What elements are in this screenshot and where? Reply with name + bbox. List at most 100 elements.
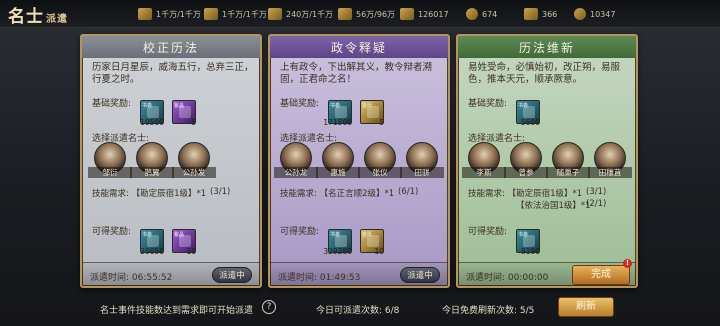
dispatch-time: 派遣时间: 00:00:00 [466, 273, 549, 283]
hero-name: 随巢子 [546, 167, 590, 178]
item-tag: 书卷 [330, 103, 341, 109]
dispatch-count: 今日可派遣次数: 6/8 [316, 306, 400, 316]
reward-qty: 5600 [520, 118, 540, 127]
refresh-button[interactable]: 刷新 [558, 297, 614, 317]
dispatching-status-button[interactable]: 派遣中 [400, 267, 440, 283]
dispatch-hint: 名士事件技能数达到需求即可开始派遣 [100, 306, 254, 316]
hero-avatar[interactable]: 曾参 [504, 142, 548, 178]
item-tag: 书卷 [518, 103, 529, 109]
hero-name: 邹衍 [88, 167, 132, 178]
hero-avatar[interactable]: 田骈 [400, 142, 444, 178]
dispatching-status-button[interactable]: 派遣中 [212, 267, 252, 283]
resource-jade: 10347 [574, 6, 615, 22]
page-title-text: 名士 [8, 7, 44, 27]
card-footer: 派遣时间: 00:00:00 完成 ! [458, 259, 636, 286]
resource-value: 674 [482, 9, 498, 19]
item-tag: 金币 [362, 232, 373, 238]
sword-icon [400, 8, 414, 20]
skill-req-progress: (3/1) [210, 187, 231, 197]
hero-name: 公孙发 [172, 167, 216, 178]
reward-qty: 329280 [323, 247, 352, 256]
hero-avatar[interactable]: 随巢子 [546, 142, 590, 178]
help-icon[interactable]: ? [262, 300, 276, 314]
hero-avatar[interactable]: 张仪 [358, 142, 402, 178]
base-reward-label: 基础奖励: [92, 99, 132, 109]
card-title: 校正历法 [82, 36, 260, 58]
iron-icon [268, 8, 282, 20]
resource-value: 1千万/1千万 [222, 9, 267, 19]
resource-value: 10347 [590, 9, 616, 19]
skill-requirement: 技能需求: 【名正言顺2级】*1 (6/1) [280, 187, 418, 199]
hero-avatar[interactable]: 鹊翼 [130, 142, 174, 178]
resource-value: 366 [542, 9, 558, 19]
hero-avatar[interactable]: 李斯 [462, 142, 506, 178]
skill-req-text: 【勘定辰宿1级】*1 [131, 189, 207, 199]
reward-qty: 10500 [140, 118, 164, 127]
hero-avatar[interactable]: 公孙龙 [274, 142, 318, 178]
card-title: 历法维新 [458, 36, 636, 58]
stone-icon [338, 8, 352, 20]
resource-value: 240万/1千万 [286, 9, 334, 19]
hero-name: 鹊翼 [130, 167, 174, 178]
skill-req-text: 【勘定辰宿1级】*1 [507, 189, 583, 199]
card-description: 上有政令，下出解其义，教令辩者溯固，正君命之名！ [280, 62, 433, 85]
skill-req-label: 技能需求: [92, 189, 129, 199]
hero-name: 惠施 [316, 167, 360, 178]
resource-value: 56万/96万 [356, 9, 396, 19]
mission-card-decree[interactable]: 政令释疑 上有政令，下出解其义，教令辩者溯固，正君命之名！ 基础奖励: 书卷 1… [268, 34, 450, 288]
card-footer: 派遣时间: 01:49:53 派遣中 [270, 262, 448, 286]
page-subtitle: 派遣 [46, 14, 68, 25]
grain-icon [138, 8, 152, 20]
card-description: 易姓受命，必慎始初，改正朔，易服色，推本天元，顺承厥意。 [468, 62, 621, 85]
ingot-icon [524, 8, 538, 20]
reward-qty: 5 [379, 118, 384, 127]
bottom-bar: 名士事件技能数达到需求即可开始派遣 ? 今日可派遣次数: 6/8 今日免费刷新次… [0, 294, 720, 326]
reward-qty: 10 [186, 247, 196, 256]
skill-req-progress: (3/1) [586, 187, 607, 197]
card-description: 历家日月星辰，威海五行，总弃三正，行夏之时。 [92, 62, 254, 85]
resource-iron: 240万/1千万 [268, 6, 333, 22]
hero-avatar[interactable]: 惠施 [316, 142, 360, 178]
resource-wood: 1千万/1千万 [204, 6, 267, 22]
skill-req-progress: (6/1) [398, 187, 419, 197]
skill-req-label: 技能需求: [468, 189, 505, 199]
mission-card-reform[interactable]: 历法维新 易姓受命，必慎始初，改正朔，易服色，推本天元，顺承厥意。 基础奖励: … [456, 34, 638, 288]
possible-reward-label: 可得奖励: [468, 227, 508, 237]
skill-req-progress: (2/1) [586, 199, 607, 209]
hero-name: 田骈 [400, 167, 444, 178]
complete-button[interactable]: 完成 [572, 265, 630, 285]
hero-name: 张仪 [358, 167, 402, 178]
resource-value: 1千万/1千万 [156, 9, 201, 19]
wood-icon [204, 8, 218, 20]
skill-requirement: 技能需求: 【勘定辰宿1级】*1 (3/1) [92, 187, 230, 199]
hero-avatar[interactable]: 田穰苴 [588, 142, 632, 178]
reward-qty: 20650 [140, 247, 164, 256]
page-title: 名士 派遣 [8, 2, 68, 27]
item-tag: 紫晶 [174, 103, 185, 109]
item-tag: 书卷 [330, 232, 341, 238]
copper-icon [466, 8, 478, 20]
skill-requirement: 技能需求: 【勘定辰宿1级】*1 (3/1) [468, 187, 606, 199]
resource-stone: 56万/96万 [338, 6, 395, 22]
reward-qty: 10 [374, 247, 384, 256]
hero-avatar[interactable]: 邹衍 [88, 142, 132, 178]
skill-requirement: 【依法治国1级】*1 (2/1) [516, 199, 606, 211]
jade-icon [574, 8, 586, 20]
card-title: 政令释疑 [270, 36, 448, 58]
item-tag: 书卷 [142, 232, 153, 238]
mission-card-calendar[interactable]: 校正历法 历家日月星辰，威海五行，总弃三正，行夏之时。 基础奖励: 书卷 105… [80, 34, 262, 288]
resource-ingot: 366 [524, 6, 557, 22]
hero-name: 李斯 [462, 167, 506, 178]
hero-name: 公孙龙 [274, 167, 318, 178]
refresh-count: 今日免费刷新次数: 5/5 [442, 306, 535, 316]
item-tag: 书卷 [518, 232, 529, 238]
skill-req-label: 技能需求: [280, 189, 317, 199]
resource-value: 126017 [418, 9, 449, 19]
top-bar: 名士 派遣 1千万/1千万 1千万/1千万 240万/1千万 56万/96万 12… [0, 0, 720, 28]
skill-req-text: 【依法治国1级】*1 [516, 201, 591, 211]
possible-reward-label: 可得奖励: [92, 227, 132, 237]
hero-avatar[interactable]: 公孙发 [172, 142, 216, 178]
base-reward-label: 基础奖励: [468, 99, 508, 109]
item-tag: 紫晶 [174, 232, 185, 238]
resource-grain: 1千万/1千万 [138, 6, 201, 22]
